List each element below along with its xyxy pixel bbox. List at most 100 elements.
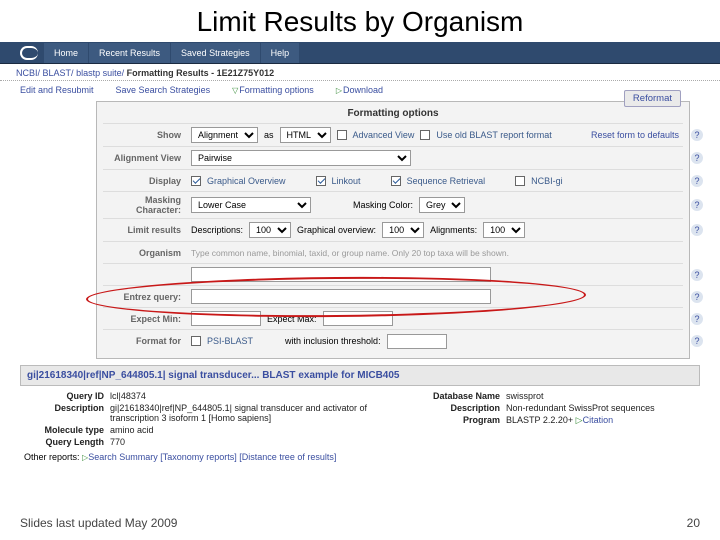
taxonomy-link[interactable]: [Taxonomy reports] — [160, 452, 237, 462]
ddesc-value: Non-redundant SwissProt sequences — [506, 403, 655, 413]
mask-color-select[interactable]: Grey — [419, 197, 465, 213]
distance-tree-link[interactable]: [Distance tree of results] — [239, 452, 336, 462]
desc-select[interactable]: 100 — [249, 222, 291, 238]
seqret-checkbox[interactable] — [391, 176, 401, 186]
row-limit: Limit results Descriptions: 100 Graphica… — [103, 219, 683, 242]
go-checkbox[interactable] — [191, 176, 201, 186]
qmol-label: Molecule type — [24, 425, 110, 435]
row-display: Display Graphical Overview Linkout Seque… — [103, 170, 683, 192]
reformat-button[interactable]: Reformat — [624, 90, 681, 107]
expect-min-input[interactable] — [191, 311, 261, 326]
help-icon[interactable]: ? — [691, 335, 703, 347]
link-bar: Edit and Resubmit Save Search Strategies… — [0, 81, 720, 99]
panel-title: Formatting options — [103, 106, 683, 124]
nav-home[interactable]: Home — [44, 43, 88, 63]
label-alnview: Alignment View — [107, 153, 191, 163]
ncbi-logo-icon — [20, 46, 38, 60]
show-format-select[interactable]: HTML — [280, 127, 331, 143]
other-label: Other reports: — [24, 452, 80, 462]
mask-char-select[interactable]: Lower Case — [191, 197, 311, 213]
organism-input[interactable] — [191, 267, 491, 282]
slide-footer: Slides last updated May 2009 20 — [0, 516, 720, 530]
footer-date: Slides last updated May 2009 — [20, 516, 177, 530]
alnview-select[interactable]: Pairwise — [191, 150, 411, 166]
bc-fmt: Formatting Results — [127, 68, 209, 78]
row-entrez: Entrez query: ? — [103, 286, 683, 308]
qid-label: Query ID — [24, 391, 110, 401]
link-edit[interactable]: Edit and Resubmit — [20, 85, 94, 95]
ncbigi-checkbox[interactable] — [515, 176, 525, 186]
desc-label: Descriptions: — [191, 225, 243, 235]
bc-suite[interactable]: blastp suite/ — [76, 68, 124, 78]
ncbigi-label: NCBI-gi — [531, 176, 563, 186]
reset-link[interactable]: Reset form to defaults — [591, 130, 679, 140]
seqret-label: Sequence Retrieval — [407, 176, 486, 186]
search-summary-link[interactable]: Search Summary — [88, 452, 158, 462]
help-icon[interactable]: ? — [691, 313, 703, 325]
link-fmt[interactable]: Formatting options — [239, 85, 314, 95]
qmol-value: amino acid — [110, 425, 154, 435]
linkout-checkbox[interactable] — [316, 176, 326, 186]
formatting-panel: Reformat Formatting options Show Alignme… — [96, 101, 690, 359]
help-icon[interactable]: ? — [691, 269, 703, 281]
row-formatfor: Format for PSI-BLAST with inclusion thre… — [103, 330, 683, 352]
citation-link[interactable]: Citation — [583, 415, 614, 425]
label-masking: Masking Character: — [107, 195, 191, 215]
slide-title: Limit Results by Organism — [0, 0, 720, 42]
adv-view-checkbox[interactable] — [337, 130, 347, 140]
go-label: Graphical Overview — [207, 176, 286, 186]
al-label: Alignments: — [430, 225, 477, 235]
row-organism: Organism Type common name, binomial, tax… — [103, 242, 683, 264]
nav-recent[interactable]: Recent Results — [89, 43, 170, 63]
linkout-label: Linkout — [332, 176, 361, 186]
entrez-input[interactable] — [191, 289, 491, 304]
expect-max-input[interactable] — [323, 311, 393, 326]
psi-checkbox[interactable] — [191, 336, 201, 346]
nav-saved[interactable]: Saved Strategies — [171, 43, 260, 63]
row-expect: Expect Min: Expect Max: ? — [103, 308, 683, 330]
triangle-down-icon: ▽ — [232, 86, 238, 95]
help-icon[interactable]: ? — [691, 175, 703, 187]
db-label: Database Name — [420, 391, 506, 401]
nav-help[interactable]: Help — [261, 43, 300, 63]
label-show: Show — [107, 130, 191, 140]
al-select[interactable]: 100 — [483, 222, 525, 238]
triangle-right-icon: ▷ — [336, 86, 342, 95]
mask-color-label: Masking Color: — [353, 200, 413, 210]
prog-value: BLASTP 2.2.20+ — [506, 415, 573, 425]
show-select[interactable]: Alignment — [191, 127, 258, 143]
label-expect-min: Expect Min: — [107, 314, 191, 324]
go-select[interactable]: 100 — [382, 222, 424, 238]
adv-view-label: Advanced View — [353, 130, 415, 140]
qlen-value: 770 — [110, 437, 125, 447]
go-label2: Graphical overview: — [297, 225, 376, 235]
label-entrez: Entrez query: — [107, 292, 191, 302]
bc-blast[interactable]: BLAST/ — [43, 68, 74, 78]
db-value: swissprot — [506, 391, 544, 401]
label-organism: Organism — [107, 248, 191, 258]
row-alignment-view: Alignment View Pairwise ? — [103, 147, 683, 170]
help-icon[interactable]: ? — [691, 129, 703, 141]
label-limit: Limit results — [107, 225, 191, 235]
label-expect-max: Expect Max: — [267, 314, 317, 324]
threshold-label: with inclusion threshold: — [285, 336, 381, 346]
link-download[interactable]: Download — [343, 85, 383, 95]
help-icon[interactable]: ? — [691, 199, 703, 211]
link-save[interactable]: Save Search Strategies — [116, 85, 211, 95]
help-icon[interactable]: ? — [691, 224, 703, 236]
bc-ncbi[interactable]: NCBI/ — [16, 68, 40, 78]
query-heading: gi|21618340|ref|NP_644805.1| signal tran… — [20, 365, 700, 386]
help-icon[interactable]: ? — [691, 291, 703, 303]
footer-pagenum: 20 — [687, 516, 700, 530]
ddesc-label: Description — [420, 403, 506, 413]
label-formatfor: Format for — [107, 336, 191, 346]
show-as: as — [264, 130, 274, 140]
query-details: Query IDlcl|48374 Descriptiongi|21618340… — [24, 390, 696, 448]
top-nav: Home Recent Results Saved Strategies Hel… — [0, 42, 720, 64]
help-icon[interactable]: ? — [691, 152, 703, 164]
qlen-label: Query Length — [24, 437, 110, 447]
threshold-input[interactable] — [387, 334, 447, 349]
row-masking: Masking Character: Lower Case Masking Co… — [103, 192, 683, 219]
other-reports: Other reports: ▷Search Summary [Taxonomy… — [24, 452, 696, 462]
old-format-checkbox[interactable] — [420, 130, 430, 140]
